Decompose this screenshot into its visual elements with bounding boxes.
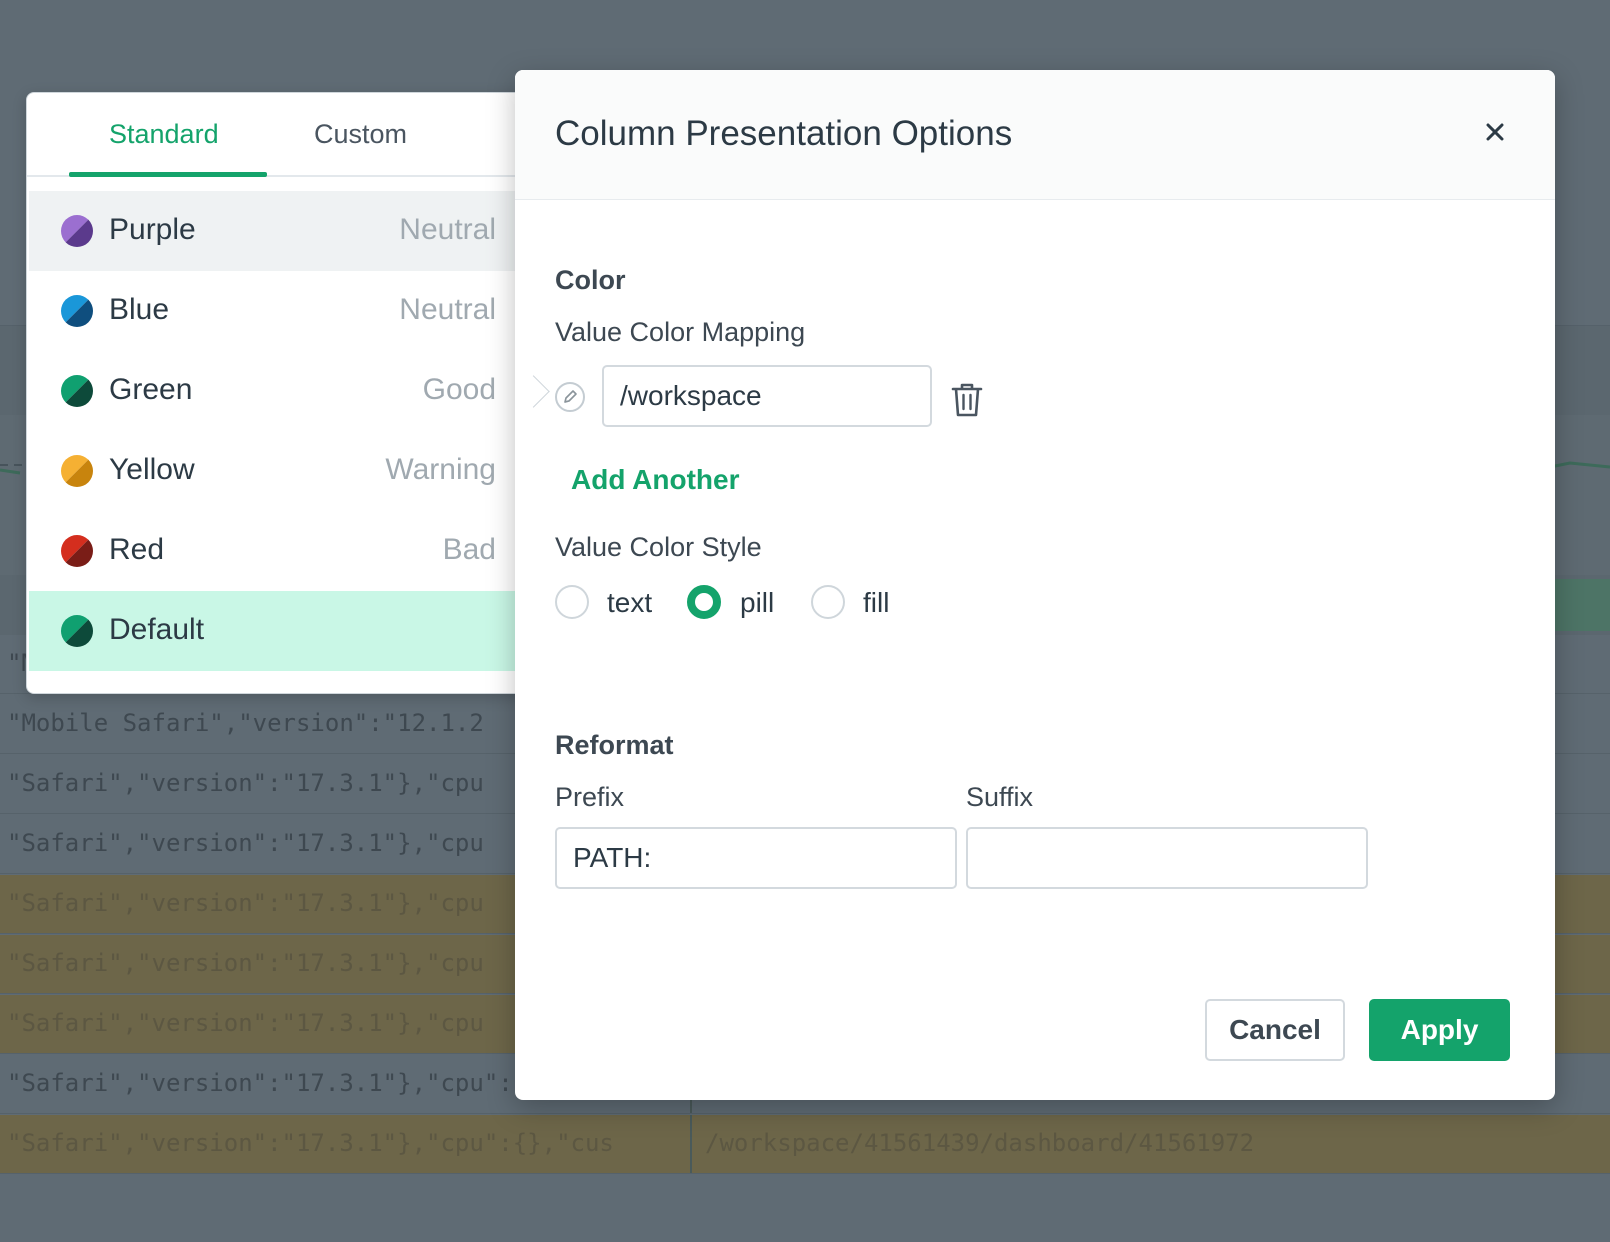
suffix-input[interactable] (966, 827, 1368, 889)
color-meaning: Warning (385, 453, 496, 486)
bg-cell-1: "Safari","version":"17.3.1"},"cpu (7, 829, 484, 857)
color-picker-tabs: Standard Custom (27, 93, 527, 177)
color-meaning: Bad (442, 533, 496, 566)
color-swatch-icon (61, 295, 93, 327)
value-color-mapping-label: Value Color Mapping (555, 317, 806, 347)
color-option-list: Purple Neutral Blue Neutral Green Good Yellow W… (29, 191, 527, 671)
apply-button[interactable]: Apply (1369, 999, 1510, 1061)
color-option-default[interactable]: Default (29, 591, 527, 671)
add-another-link[interactable]: Add Another (571, 464, 740, 496)
tab-standard[interactable]: Standard (109, 119, 219, 150)
color-section-title: Color (555, 265, 626, 295)
color-meaning: Good (422, 373, 496, 406)
color-swatch-button[interactable] (555, 382, 585, 412)
color-swatch-icon (61, 615, 93, 647)
color-name: Green (109, 373, 193, 406)
radio-fill[interactable] (811, 585, 845, 619)
tab-custom[interactable]: Custom (314, 119, 407, 150)
color-option-blue[interactable]: Blue Neutral (29, 271, 527, 351)
radio-fill-label: fill (863, 587, 890, 618)
color-swatch-icon (61, 215, 93, 247)
radio-text-label: text (607, 587, 653, 618)
bg-column-divider (690, 1115, 692, 1173)
modal-title: Column Presentation Options (555, 114, 1013, 153)
bg-cell-1: "Safari","version":"17.3.1"},"cpu":{},"c… (7, 1129, 614, 1157)
color-option-red[interactable]: Red Bad (29, 511, 527, 591)
bg-cell-1: "Mobile Safari","version":"12.1.2 (7, 709, 484, 737)
bg-cell-1: "Safari","version":"17.3.1"},"cpu (7, 949, 484, 977)
prefix-label: Prefix (555, 782, 625, 812)
bg-cell-1: "Safari","version":"17.3.1"},"cpu (7, 1009, 484, 1037)
radio-pill[interactable] (687, 585, 721, 619)
trash-icon[interactable] (949, 381, 985, 419)
modal-header: Column Presentation Options (515, 70, 1555, 200)
color-meaning: Neutral (399, 293, 496, 326)
suffix-label: Suffix (966, 782, 1034, 812)
value-color-style-options: text pill fill (555, 585, 955, 625)
color-picker-popover: Standard Custom Purple Neutral Blue Neutral… (26, 92, 528, 694)
pencil-icon (564, 390, 577, 403)
bg-cell-1: "Safari","version":"17.3.1"},"cpu (7, 889, 484, 917)
color-swatch-icon (61, 455, 93, 487)
color-name: Default (109, 613, 205, 646)
color-name: Blue (109, 293, 170, 326)
radio-text[interactable] (555, 585, 589, 619)
value-color-style-label: Value Color Style (555, 532, 762, 562)
color-name: Purple (109, 213, 196, 246)
color-option-green[interactable]: Green Good (29, 351, 527, 431)
color-meaning: Neutral (399, 213, 496, 246)
active-tab-indicator (69, 172, 267, 177)
bg-cell-1: "Safari","version":"17.3.1"},"cpu (7, 769, 484, 797)
column-presentation-modal: Column Presentation Options Color Value … (515, 70, 1555, 1100)
color-name: Red (109, 533, 165, 566)
bg-table-row: "Safari","version":"17.3.1"},"cpu":{},"c… (0, 1115, 1610, 1174)
radio-pill-label: pill (740, 587, 775, 618)
value-mapping-input[interactable] (602, 365, 932, 427)
color-name: Yellow (109, 453, 195, 486)
color-option-purple[interactable]: Purple Neutral (29, 191, 527, 271)
color-option-yellow[interactable]: Yellow Warning (29, 431, 527, 511)
reformat-section-title: Reformat (555, 730, 674, 760)
prefix-input[interactable] (555, 827, 957, 889)
close-icon[interactable] (1477, 114, 1513, 150)
color-swatch-icon (61, 535, 93, 567)
bg-cell-2: /workspace/41561439/dashboard/41561972 (705, 1129, 1255, 1157)
color-swatch-icon (61, 375, 93, 407)
cancel-button[interactable]: Cancel (1205, 999, 1345, 1061)
